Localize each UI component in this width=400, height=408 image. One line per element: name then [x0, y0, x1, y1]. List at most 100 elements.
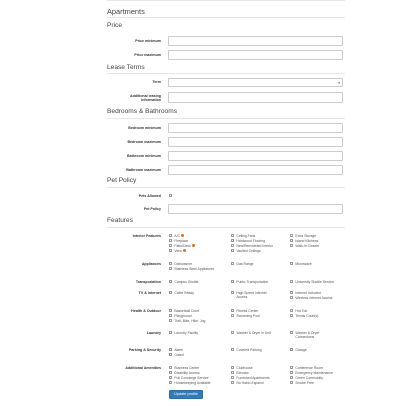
checkbox[interactable]	[290, 239, 294, 243]
feature-option-campus-shuttle[interactable]: Campus Shuttle	[169, 280, 199, 285]
price-maximum-input[interactable]	[168, 50, 343, 60]
feature-option-tennis-courts[interactable]: Tennis Court(s)	[290, 314, 318, 319]
checkbox[interactable]	[169, 376, 173, 380]
info-icon[interactable]	[182, 249, 187, 253]
health-outdoor-label: Health & Outdoor	[131, 309, 161, 313]
checkbox[interactable]	[290, 262, 294, 266]
checkbox[interactable]	[169, 267, 173, 271]
update-profile-button[interactable]: Update profile	[169, 390, 203, 399]
checkbox[interactable]	[169, 331, 173, 335]
checkbox[interactable]	[290, 234, 294, 238]
checkbox[interactable]	[169, 319, 173, 323]
checkbox[interactable]	[169, 371, 173, 375]
checkbox[interactable]	[169, 262, 173, 266]
feature-option-no-hablo-espanol[interactable]: No Hablo Espanol	[231, 381, 264, 386]
feature-option-swimming-pool[interactable]: Swimming Pool	[231, 314, 260, 319]
term-select[interactable]: ▾	[168, 78, 343, 87]
bedroom-maximum-input[interactable]	[168, 137, 343, 147]
checkbox[interactable]	[169, 280, 173, 284]
feature-option-trail-bike-hike-jog[interactable]: Trail, Bike, Hike, Jog	[169, 319, 205, 324]
checkbox[interactable]	[231, 371, 235, 375]
checkbox[interactable]	[231, 262, 235, 266]
checkbox[interactable]	[169, 348, 173, 352]
feature-option-university-shuttle-service[interactable]: University Shuttle Service	[290, 280, 334, 285]
checkbox[interactable]	[231, 314, 235, 318]
feature-option-washer-dryer-in-unit[interactable]: Washer & Dryer in Unit	[231, 331, 271, 336]
checkbox[interactable]	[231, 244, 235, 248]
appliances-label: Appliances	[141, 262, 161, 266]
checkbox[interactable]	[290, 348, 294, 352]
divider	[107, 73, 345, 74]
checkbox[interactable]	[169, 291, 173, 295]
checkbox[interactable]	[231, 331, 235, 335]
section-title-price: Price	[107, 22, 123, 29]
checkbox[interactable]	[231, 249, 235, 253]
feature-option-gas-range[interactable]: Gas Range	[231, 262, 254, 267]
checkbox[interactable]	[231, 366, 235, 370]
checkbox[interactable]	[290, 296, 294, 300]
bathroom-minimum-input[interactable]	[168, 151, 343, 161]
feature-option-covered-parking[interactable]: Covered Parking	[231, 348, 262, 353]
divider	[107, 227, 345, 228]
checkbox[interactable]	[231, 376, 235, 380]
checkbox[interactable]	[231, 291, 235, 295]
checkbox[interactable]	[169, 353, 173, 357]
feature-option-vaulted-ceilings[interactable]: Vaulted Ceilings	[231, 249, 261, 254]
checkbox[interactable]	[290, 371, 294, 375]
feature-option-high-speed-internet-access[interactable]: High Speed Internet Access	[231, 291, 267, 299]
section-title-features: Features	[107, 217, 134, 224]
feature-option-garage[interactable]: Garage	[290, 348, 307, 353]
checkbox[interactable]	[169, 249, 173, 253]
checkbox[interactable]	[231, 239, 235, 243]
feature-option-laundry-facility[interactable]: Laundry Facility	[169, 331, 198, 336]
feature-option-wireless-internet-access[interactable]: Wireless Internet Access	[290, 296, 333, 301]
checkbox[interactable]	[290, 280, 294, 284]
additional-amenities-label: Additional Amenities	[125, 366, 161, 370]
checkbox[interactable]	[290, 366, 294, 370]
feature-option-gated[interactable]: Gated	[169, 353, 184, 358]
feature-option-smoke-free[interactable]: Smoke Free	[290, 381, 314, 386]
checkbox[interactable]	[169, 381, 173, 385]
pets-allowed-label: Pets Allowed	[138, 194, 161, 198]
checkbox[interactable]	[290, 309, 294, 313]
pet-policy-input[interactable]	[168, 204, 343, 214]
checkbox[interactable]	[290, 314, 294, 318]
checkbox[interactable]	[231, 381, 235, 385]
checkbox[interactable]	[169, 234, 173, 238]
feature-option-walk-in-closets[interactable]: Walk-In Closets	[290, 244, 319, 249]
checkbox[interactable]	[169, 239, 173, 243]
checkbox[interactable]	[231, 309, 235, 313]
feature-option-view[interactable]: View	[169, 249, 187, 254]
checkbox[interactable]	[290, 291, 294, 295]
price-minimum-input[interactable]	[168, 36, 343, 46]
checkbox[interactable]	[231, 280, 235, 284]
info-icon[interactable]	[181, 234, 185, 238]
checkbox[interactable]	[169, 314, 173, 318]
info-icon[interactable]	[191, 244, 196, 248]
feature-option-microwave[interactable]: Microwave	[290, 262, 312, 267]
feature-option-public-transportation[interactable]: Public Transportation	[231, 280, 268, 285]
checkbox[interactable]	[290, 381, 294, 385]
bathroom-maximum-input[interactable]	[168, 165, 343, 175]
feature-option-washer-dryer-connections[interactable]: Washer & Dryer Connections	[290, 331, 319, 339]
checkbox[interactable]	[169, 244, 173, 248]
checkbox[interactable]	[169, 366, 173, 370]
feature-option-fireplace[interactable]: Fireplace	[169, 239, 188, 244]
checkbox[interactable]	[231, 348, 235, 352]
feature-option-housekeeping-available[interactable]: Housekeeping Available	[169, 381, 211, 386]
additional-leasing-input[interactable]	[168, 92, 343, 103]
divider	[107, 118, 345, 119]
divider	[107, 187, 345, 188]
checkbox[interactable]	[290, 244, 294, 248]
feature-option-cable-ready[interactable]: Cable Ready	[169, 291, 194, 296]
checkbox[interactable]	[231, 234, 235, 238]
pets-allowed-checkbox[interactable]	[169, 194, 173, 198]
bedroom-minimum-input[interactable]	[168, 123, 343, 133]
price-minimum-label: Price minimum	[135, 38, 161, 43]
feature-option-stainless-steel-appliances[interactable]: Stainless Steel Appliances	[169, 267, 214, 272]
bedroom-maximum-label: Bedroom maximum	[127, 140, 161, 144]
checkbox[interactable]	[290, 331, 294, 335]
checkbox[interactable]	[290, 376, 294, 380]
checkbox[interactable]	[169, 309, 173, 313]
section-title-pet-policy: Pet Policy	[107, 177, 137, 184]
